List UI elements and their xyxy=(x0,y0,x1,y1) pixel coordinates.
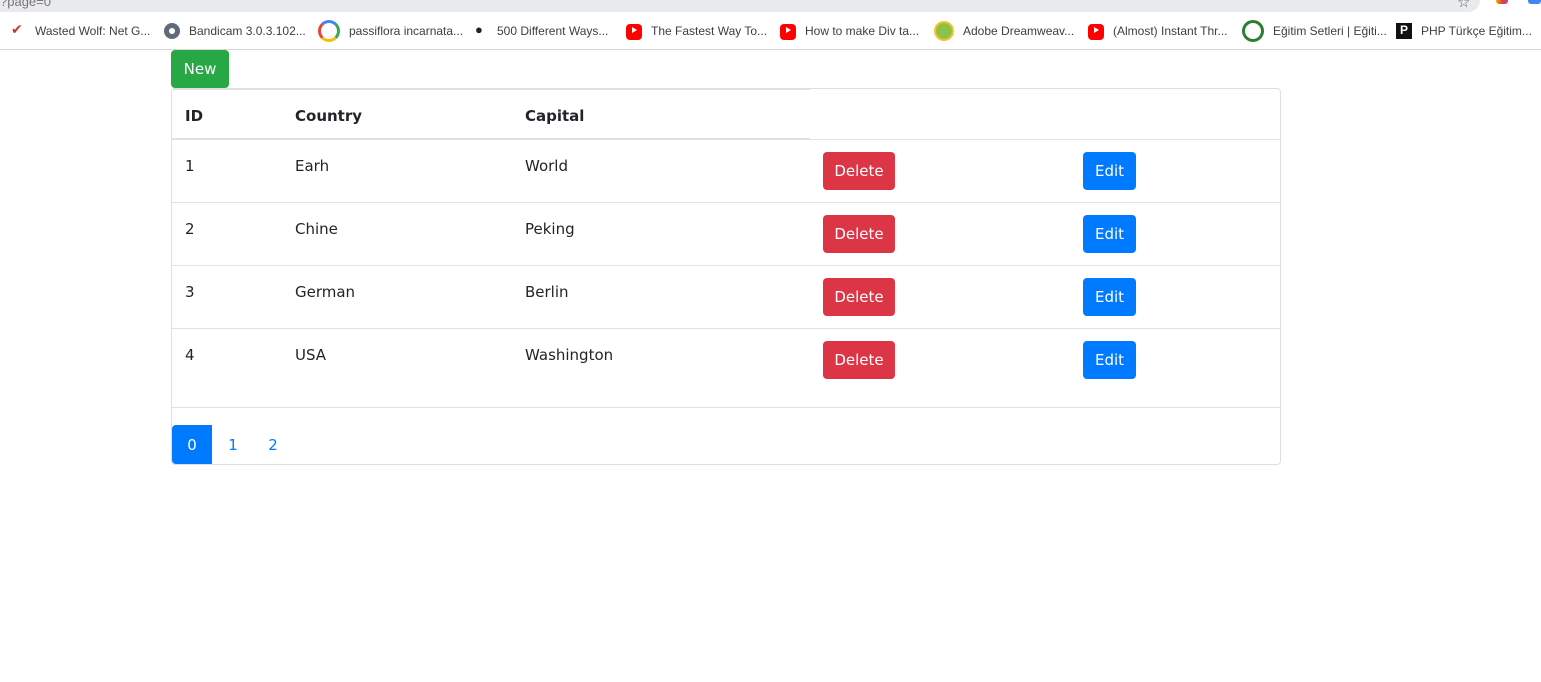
egitim-icon xyxy=(1242,20,1264,42)
cell-capital: Peking xyxy=(525,220,575,238)
edit-button[interactable]: Edit xyxy=(1083,341,1136,379)
new-button[interactable]: New xyxy=(171,50,229,88)
delete-button[interactable]: Delete xyxy=(823,341,895,379)
row-divider xyxy=(172,139,1280,140)
header-id: ID xyxy=(185,107,204,125)
bookmark-label: The Fastest Way To... xyxy=(651,24,768,38)
bookmark-item[interactable]: How to make Div ta... xyxy=(780,22,919,40)
edit-button[interactable]: Edit xyxy=(1083,215,1136,253)
bookmark-label: passiflora incarnata... xyxy=(349,24,464,38)
bookmark-star-icon[interactable]: ☆ xyxy=(1457,0,1470,11)
cell-id: 3 xyxy=(185,283,195,301)
dreamweaver-icon xyxy=(934,21,954,41)
bookmark-item[interactable]: (Almost) Instant Thr... xyxy=(1088,22,1227,40)
bee-icon xyxy=(472,22,488,39)
row-divider xyxy=(172,328,1280,329)
cell-id: 2 xyxy=(185,220,195,238)
bookmark-item[interactable]: Bandicam 3.0.3.102... xyxy=(164,22,306,40)
bookmark-label: (Almost) Instant Thr... xyxy=(1113,24,1228,38)
youtube-icon xyxy=(626,23,642,40)
bookmark-item[interactable]: Wasted Wolf: Net G... xyxy=(10,21,151,40)
bookmark-item[interactable]: 500 Different Ways... xyxy=(472,22,608,40)
edit-button[interactable]: Edit xyxy=(1083,278,1136,316)
cell-country: German xyxy=(295,283,356,301)
bookmark-item[interactable]: Adobe Dreamweav... xyxy=(934,21,1075,41)
php-icon xyxy=(1396,23,1412,39)
delete-button[interactable]: Delete xyxy=(823,215,895,253)
extension-icon[interactable] xyxy=(1496,0,1508,4)
bookmark-label: How to make Div ta... xyxy=(805,24,920,38)
cell-country: Earh xyxy=(295,157,330,175)
wolf-icon xyxy=(10,21,26,39)
row-divider xyxy=(172,202,1280,203)
row-divider xyxy=(172,265,1280,266)
delete-button[interactable]: Delete xyxy=(823,152,895,190)
gear-icon xyxy=(164,23,180,39)
cell-country: Chine xyxy=(295,220,338,238)
bookmark-label: PHP Türkçe Eğitim... xyxy=(1421,24,1532,38)
bookmark-item[interactable]: The Fastest Way To... xyxy=(626,22,767,40)
bookmark-label: Adobe Dreamweav... xyxy=(963,24,1075,38)
cell-capital: World xyxy=(525,157,568,175)
url-text: ?page=0 xyxy=(0,0,51,9)
bookmark-item[interactable]: PHP Türkçe Eğitim... xyxy=(1396,22,1532,40)
pagination-divider xyxy=(172,407,1280,408)
header-top-border xyxy=(172,89,810,90)
country-table: ID Country Capital 1 Earh World Delete E… xyxy=(171,88,1281,465)
profile-icon[interactable] xyxy=(1528,0,1541,4)
header-country: Country xyxy=(295,107,363,125)
address-bar[interactable]: ?page=0 xyxy=(0,0,1480,12)
cell-country: USA xyxy=(295,346,327,364)
bookmark-item[interactable]: Eğitim Setleri | Eğiti... xyxy=(1242,20,1387,42)
bookmark-label: Wasted Wolf: Net G... xyxy=(35,24,151,38)
bookmark-label: Bandicam 3.0.3.102... xyxy=(189,24,306,38)
youtube-icon xyxy=(1088,23,1104,40)
bookmarks-bar: Wasted Wolf: Net G... Bandicam 3.0.3.102… xyxy=(0,12,1541,50)
delete-button[interactable]: Delete xyxy=(823,278,895,316)
page-link-0[interactable]: 0 xyxy=(172,425,212,464)
bookmark-item[interactable]: passiflora incarnata... xyxy=(318,20,464,42)
cell-id: 1 xyxy=(185,157,195,175)
page-link-1[interactable]: 1 xyxy=(213,425,253,464)
google-icon xyxy=(318,20,340,42)
edit-button[interactable]: Edit xyxy=(1083,152,1136,190)
bookmark-label: Eğitim Setleri | Eğiti... xyxy=(1273,24,1387,38)
cell-capital: Berlin xyxy=(525,283,569,301)
youtube-icon xyxy=(780,23,796,40)
cell-id: 4 xyxy=(185,346,195,364)
page-link-2[interactable]: 2 xyxy=(253,425,293,464)
header-capital: Capital xyxy=(525,107,585,125)
cell-capital: Washington xyxy=(525,346,614,364)
bookmark-label: 500 Different Ways... xyxy=(497,24,609,38)
